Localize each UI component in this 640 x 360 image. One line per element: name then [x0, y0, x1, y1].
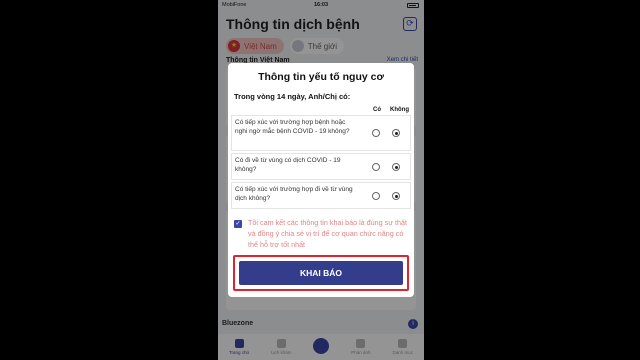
submit-highlight: KHAI BÁO [233, 255, 409, 291]
commitment-checkbox[interactable]: ✓ [234, 220, 242, 228]
question-row: Có tiếp xúc với trường hợp bệnh hoặc ngh… [231, 115, 411, 151]
radio-yes[interactable] [372, 192, 380, 200]
column-no: Không [390, 107, 409, 113]
phone-screen: MobiFone 16:03 Thông tin dịch bệnh ⟳ ★ V… [218, 0, 424, 360]
dialog-subtitle: Trong vòng 14 ngày, Anh/Chị có: [234, 92, 351, 101]
question-text: Có tiếp xúc với trường hợp đi về từ vùng… [235, 186, 353, 202]
column-yes: Có [373, 107, 381, 113]
dialog-title: Thông tin yếu tố nguy cơ [258, 71, 384, 83]
question-row: Có tiếp xúc với trường hợp đi về từ vùng… [231, 182, 411, 209]
submit-button[interactable]: KHAI BÁO [239, 261, 403, 285]
question-row: Có đi về từ vùng có dịch COVID - 19 khôn… [231, 153, 411, 180]
commitment-text: Tôi cam kết các thông tin khai báo là đú… [248, 218, 408, 249]
question-text: Có đi về từ vùng có dịch COVID - 19 khôn… [235, 157, 341, 173]
radio-yes[interactable] [372, 129, 380, 137]
radio-yes[interactable] [372, 163, 380, 171]
radio-no[interactable] [392, 163, 400, 171]
radio-no[interactable] [392, 192, 400, 200]
risk-factor-dialog: Thông tin yếu tố nguy cơ Trong vòng 14 n… [228, 63, 414, 297]
question-text: Có tiếp xúc với trường hợp bệnh hoặc ngh… [235, 119, 350, 135]
radio-no[interactable] [392, 129, 400, 137]
